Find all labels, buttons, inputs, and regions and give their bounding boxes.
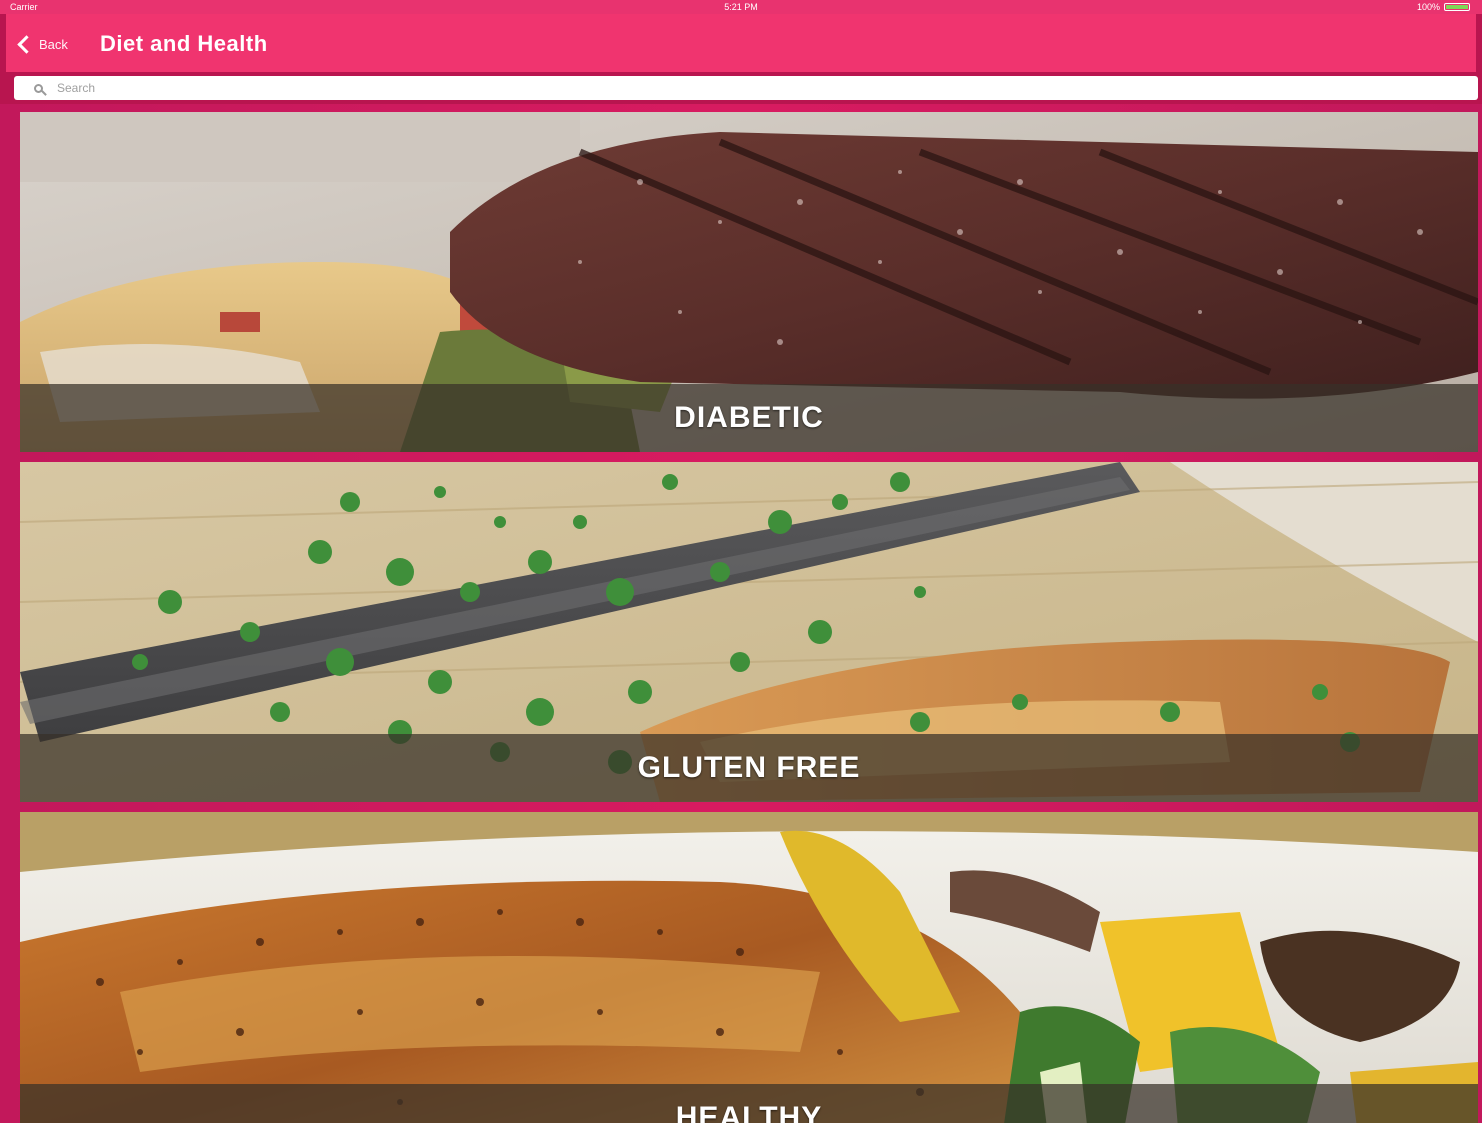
card-caption: GLUTEN FREE xyxy=(20,734,1478,802)
card-caption: HEALTHY xyxy=(20,1084,1478,1123)
category-label: GLUTEN FREE xyxy=(637,751,861,784)
battery-indicator: 100% xyxy=(1417,0,1470,14)
chevron-left-icon xyxy=(17,34,36,54)
category-card-gluten-free[interactable]: GLUTEN FREE xyxy=(20,462,1478,802)
roasted-chicken-vegetables-photo xyxy=(20,812,1478,1123)
battery-icon xyxy=(1444,3,1470,11)
category-card-healthy[interactable]: HEALTHY xyxy=(20,812,1478,1123)
category-label: HEALTHY xyxy=(675,1101,823,1123)
back-label: Back xyxy=(39,36,68,52)
app-screen: Carrier 5:21 PM 100% Back Diet and Healt… xyxy=(0,0,1482,1123)
search-icon xyxy=(34,83,43,93)
back-button[interactable]: Back xyxy=(14,28,68,60)
card-caption: DIABETIC xyxy=(20,384,1478,452)
navigation-bar: Back Diet and Health xyxy=(6,14,1476,72)
status-bar: Carrier 5:21 PM 100% xyxy=(0,0,1482,14)
status-time: 5:21 PM xyxy=(724,2,758,12)
page-title: Diet and Health xyxy=(100,31,268,56)
category-card-diabetic[interactable]: DIABETIC xyxy=(20,112,1478,452)
search-bar[interactable] xyxy=(14,76,1478,100)
category-list[interactable]: DIABETIC GLUTEN FREE HEALTHY xyxy=(0,104,1482,1123)
battery-percent: 100% xyxy=(1416,2,1440,12)
category-label: DIABETIC xyxy=(674,401,824,434)
search-input[interactable] xyxy=(55,80,1439,96)
